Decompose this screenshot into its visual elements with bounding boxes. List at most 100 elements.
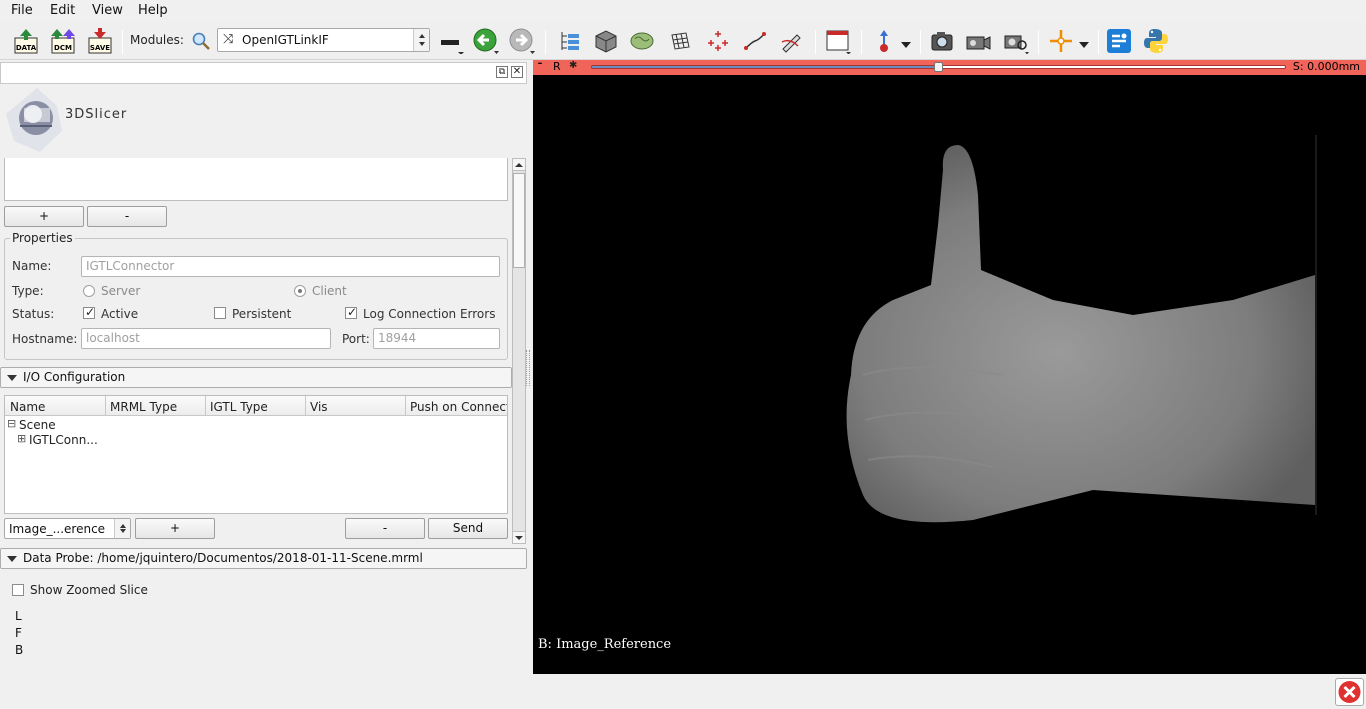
slice-offset-slider[interactable] [591,62,1286,72]
module-selector[interactable]: ⤨ OpenIGTLinkIF [217,28,430,52]
column-divider [405,396,406,415]
add-connector-button[interactable]: + [4,206,84,227]
io-tree-view[interactable]: Name MRML Type IGTL Type Vis Push on Con… [4,395,508,514]
data-probe-header[interactable]: Data Probe: /home/jquintero/Documentos/2… [0,548,527,569]
back-button[interactable] [473,28,499,54]
type-server-radio[interactable] [83,285,95,297]
float-panel-icon[interactable]: ⧉ [496,66,508,78]
volumes-button[interactable] [593,28,619,54]
screenshot-button[interactable] [929,28,955,54]
menu-edit[interactable]: Edit [50,3,75,18]
dicom-button[interactable]: DCM [50,28,76,54]
slicer-logo-icon [6,88,62,152]
slice-controller-bar: ⁃ R ✱ S: 0.000mm [533,57,1366,75]
ruler-button[interactable] [742,28,768,54]
remove-connector-button[interactable]: - [87,206,167,227]
slicer-logo [2,86,72,156]
cube-icon [595,30,617,53]
mouse-mode-button[interactable] [872,28,898,54]
column-header-vis[interactable]: Vis [310,400,328,414]
capture-button[interactable] [1003,28,1029,55]
hostname-field[interactable]: localhost [81,328,331,349]
collapse-toggle-icon[interactable]: ⊟ [7,417,16,430]
module-history-button[interactable] [438,28,464,55]
extension-manager-button[interactable] [1106,28,1132,54]
save-button[interactable]: SAVE [87,28,113,54]
panel-splitter-handle[interactable] [526,350,530,386]
search-icon [192,32,210,50]
show-zoomed-slice-label: Show Zoomed Slice [30,583,148,597]
collapse-arrow-icon [7,375,17,381]
scroll-down-arrow-icon[interactable] [513,531,525,543]
column-header-igtl-type[interactable]: IGTL Type [210,400,268,414]
node-selector[interactable]: Image_...erence [4,518,131,539]
data-module-button[interactable] [557,28,583,54]
slider-handle[interactable] [934,62,943,72]
forward-button[interactable] [509,28,535,54]
probe-coord-f: F [15,626,22,640]
name-field[interactable]: IGTLConnector [81,256,500,277]
column-header-name[interactable]: Name [10,400,45,414]
add-io-node-button[interactable]: + [135,518,215,539]
close-panel-icon[interactable]: ✕ [511,66,523,78]
data-probe-title: Data Probe: /home/jquintero/Documentos/2… [23,551,423,565]
menu-view[interactable]: View [92,3,123,18]
persistent-label: Persistent [232,307,292,321]
link-icon[interactable]: ✱ [569,60,577,71]
expand-toggle-icon[interactable]: ⊞ [17,432,26,445]
crosshair-button[interactable] [1048,28,1074,54]
scroll-thumb[interactable] [513,173,525,268]
column-divider [305,396,306,415]
pen-icon [781,34,801,53]
remove-io-node-button[interactable]: - [345,518,425,539]
capture-icon [1004,35,1029,55]
send-button[interactable]: Send [428,518,508,539]
toolbar-separator [122,30,123,54]
place-fiducial-icon [880,30,888,52]
scene-view-button[interactable] [965,28,991,54]
background-layer-label: B: Image_Reference [538,637,672,652]
load-data-button[interactable]: DATA [13,28,39,54]
show-zoomed-slice-checkbox[interactable] [12,584,24,596]
ruler-icon [744,32,766,50]
pin-icon[interactable]: ⁃ [537,57,543,71]
models-button[interactable] [629,28,655,54]
module-panel: ⧉ ✕ 3DSlicer + - Properties Name: IGTLCo… [0,60,531,709]
io-tree-header: Name MRML Type IGTL Type Vis Push on Con… [5,396,507,416]
editor-button[interactable] [778,28,804,54]
error-icon [1338,681,1361,703]
python-console-button[interactable] [1143,28,1169,54]
red-slice-view[interactable]: ⁃ R ✱ S: 0.000mm B: Image_Reference [533,57,1366,674]
module-search-button[interactable] [190,30,212,52]
slice-orientation-label: R [553,60,561,73]
tree-item-connector[interactable]: ⊞ IGTLConn... [17,432,317,447]
status-label: Status: [12,307,55,321]
tree-item-scene[interactable]: ⊟ Scene [7,417,307,432]
extensions-icon [1107,29,1131,53]
active-checkbox[interactable] [83,305,95,319]
mouse-mode-dropdown[interactable] [901,38,911,52]
chevron-down-icon [901,42,911,48]
type-client-radio[interactable] [294,285,306,297]
brain-model-icon [630,32,654,50]
connector-list[interactable] [4,158,508,201]
scroll-up-arrow-icon[interactable] [513,159,525,171]
error-log-button[interactable] [1335,678,1364,706]
persistent-checkbox[interactable] [214,307,226,319]
column-header-mrml-type[interactable]: MRML Type [110,400,177,414]
dicom-icon: DCM [51,29,75,54]
log-errors-checkbox[interactable] [345,305,357,319]
panel-scrollbar[interactable] [512,158,526,544]
fiducial-points-icon [708,31,728,51]
io-configuration-header[interactable]: I/O Configuration [0,367,512,388]
transforms-button[interactable] [667,28,693,54]
crosshair-dropdown[interactable] [1079,38,1089,52]
layout-button[interactable] [825,28,851,55]
menu-help[interactable]: Help [138,3,168,18]
markups-button[interactable] [705,28,731,54]
column-header-push-on-connect[interactable]: Push on Connect [410,400,507,414]
type-client-label: Client [312,284,347,298]
chevron-updown-icon [114,519,130,538]
menu-file[interactable]: File [11,3,33,18]
port-field[interactable]: 18944 [373,328,500,349]
